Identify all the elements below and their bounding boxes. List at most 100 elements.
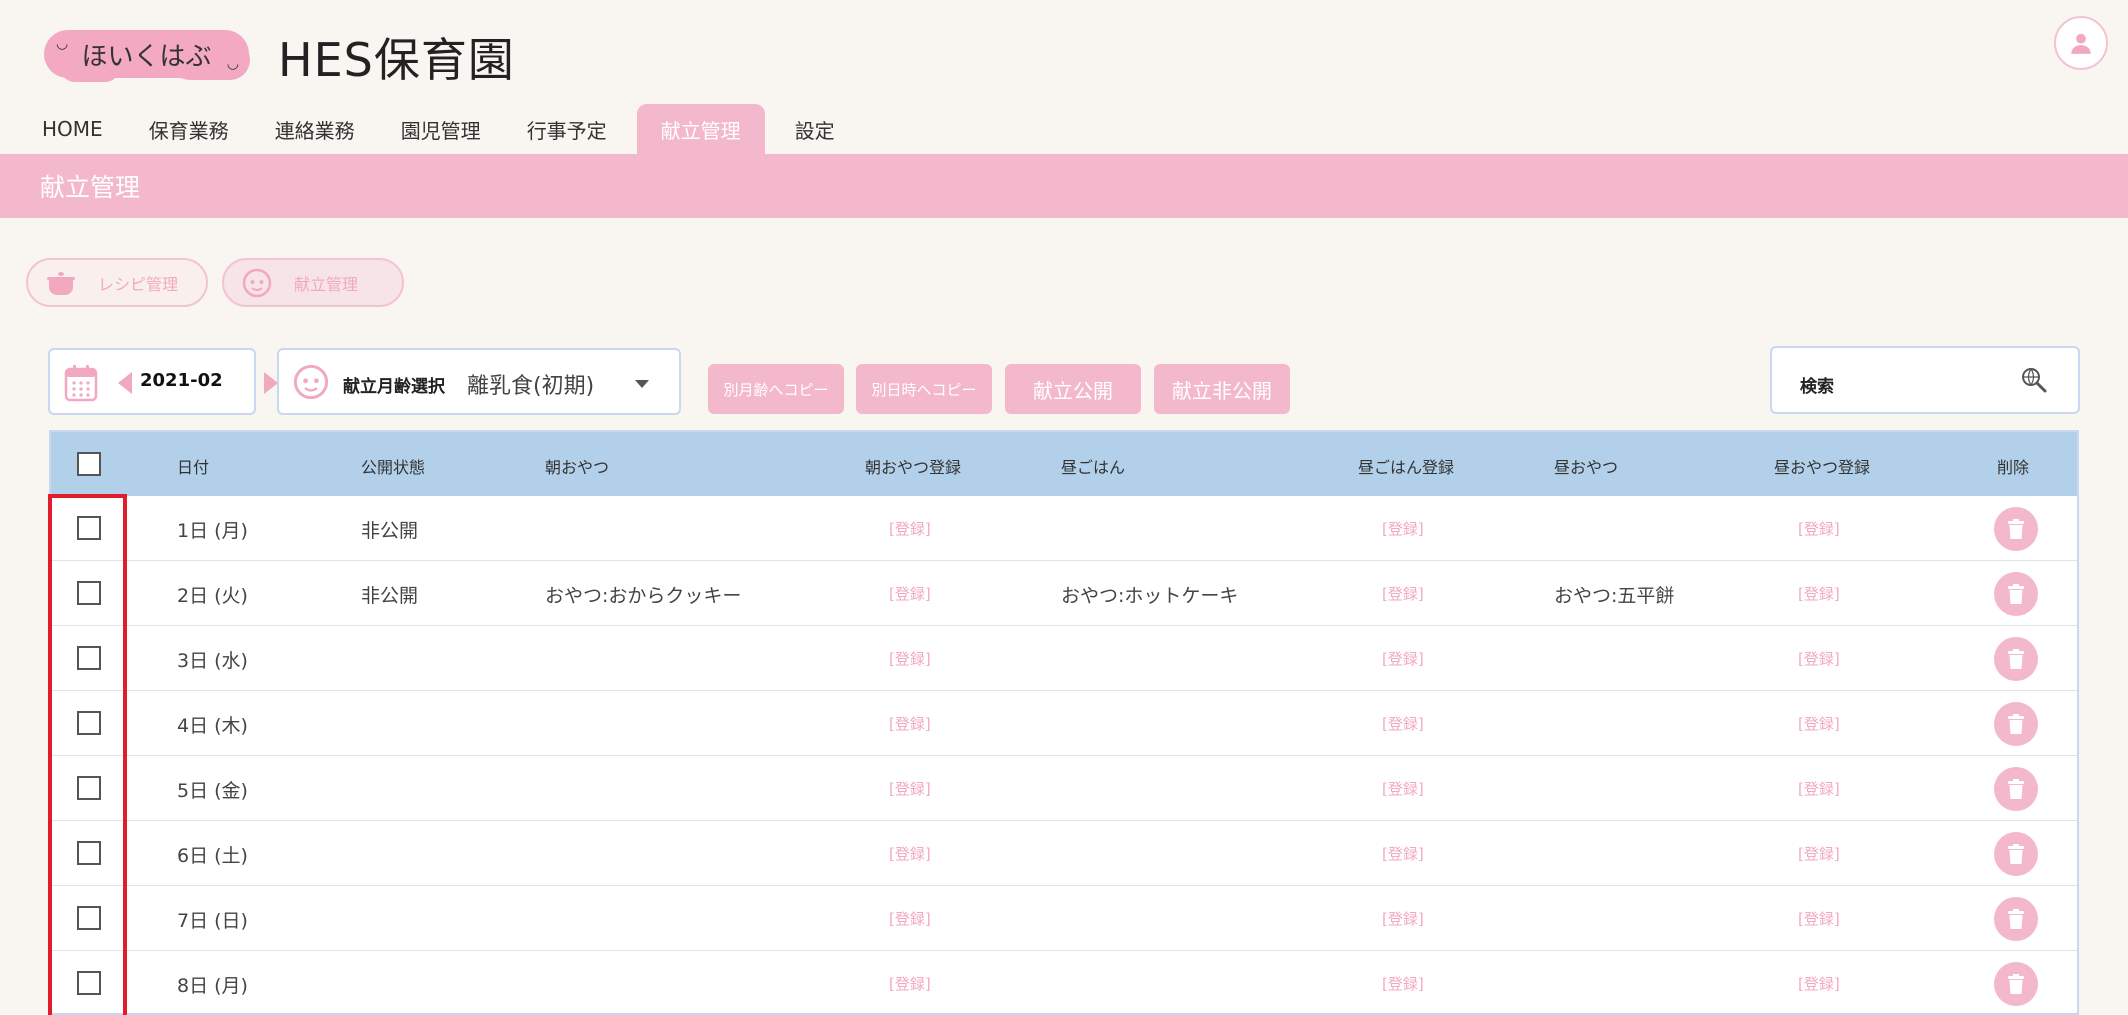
trash-icon: [2008, 714, 2024, 734]
row-lunch: おやつ:ホットケーキ: [1061, 585, 1239, 607]
delete-button[interactable]: [1994, 507, 2038, 551]
delete-button[interactable]: [1994, 702, 2038, 746]
row-checkbox[interactable]: [77, 646, 101, 670]
row-checkbox[interactable]: [77, 906, 101, 930]
row-date: 7日 (日): [177, 910, 248, 932]
prev-month-arrow-icon[interactable]: [118, 372, 132, 394]
delete-button[interactable]: [1994, 897, 2038, 941]
afternoon-snack-register-link[interactable]: [登録]: [1798, 778, 1840, 799]
morning-snack-register-link[interactable]: [登録]: [889, 843, 931, 864]
app-logo[interactable]: ◡ ほいくはぶ ◡: [44, 30, 249, 78]
lunch-register-link[interactable]: [登録]: [1382, 973, 1424, 994]
search-placeholder: 検索: [1800, 377, 1834, 397]
select-all-checkbox[interactable]: [77, 452, 101, 476]
menu-management-button[interactable]: 献立管理: [222, 258, 404, 307]
lunch-register-link[interactable]: [登録]: [1382, 583, 1424, 604]
delete-button[interactable]: [1994, 962, 2038, 1006]
menu-management-label: 献立管理: [294, 274, 359, 294]
publish-button[interactable]: 献立公開: [1005, 364, 1141, 414]
lunch-register-link[interactable]: [登録]: [1382, 648, 1424, 669]
col-afternoon-snack: 昼おやつ: [1554, 458, 1619, 477]
tab-events[interactable]: 行事予定: [511, 104, 623, 154]
row-date: 4日 (木): [177, 715, 248, 737]
afternoon-snack-register-link[interactable]: [登録]: [1798, 648, 1840, 669]
row-checkbox[interactable]: [77, 841, 101, 865]
delete-button[interactable]: [1994, 637, 2038, 681]
morning-snack-register-link[interactable]: [登録]: [889, 778, 931, 799]
row-checkbox[interactable]: [77, 971, 101, 995]
row-status: 非公開: [361, 585, 419, 607]
table-row: 7日 (日) [登録] [登録] [登録]: [51, 886, 2077, 951]
age-select-label: 献立月齢選択: [343, 377, 445, 397]
copy-to-date-button[interactable]: 別日時へコピー: [856, 364, 992, 414]
row-date: 3日 (水): [177, 650, 248, 672]
trash-icon: [2008, 974, 2024, 994]
morning-snack-register-link[interactable]: [登録]: [889, 908, 931, 929]
tab-contact[interactable]: 連絡業務: [259, 104, 371, 154]
row-checkbox[interactable]: [77, 516, 101, 540]
tab-home[interactable]: HOME: [26, 104, 119, 154]
afternoon-snack-register-link[interactable]: [登録]: [1798, 908, 1840, 929]
morning-snack-register-link[interactable]: [登録]: [889, 973, 931, 994]
app-header: ◡ ほいくはぶ ◡ HES保育園: [0, 0, 2128, 104]
face-icon: [293, 364, 329, 400]
col-date: 日付: [177, 458, 210, 477]
unpublish-button[interactable]: 献立非公開: [1154, 364, 1290, 414]
month-selector: 2021-02: [48, 348, 278, 415]
next-month-arrow-icon[interactable]: [264, 372, 278, 394]
page-title: 献立管理: [0, 154, 2128, 218]
afternoon-snack-register-link[interactable]: [登録]: [1798, 973, 1840, 994]
delete-button[interactable]: [1994, 572, 2038, 616]
afternoon-snack-register-link[interactable]: [登録]: [1798, 518, 1840, 539]
morning-snack-register-link[interactable]: [登録]: [889, 713, 931, 734]
calendar-icon: [64, 365, 98, 402]
menu-table: 日付 公開状態 朝おやつ 朝おやつ登録 昼ごはん 昼ごはん登録 昼おやつ 昼おや…: [49, 430, 2079, 1015]
main-nav: HOME 保育業務 連絡業務 園児管理 行事予定 献立管理 設定: [26, 104, 865, 154]
morning-snack-register-link[interactable]: [登録]: [889, 583, 931, 604]
morning-snack-register-link[interactable]: [登録]: [889, 518, 931, 539]
lunch-register-link[interactable]: [登録]: [1382, 908, 1424, 929]
row-checkbox[interactable]: [77, 711, 101, 735]
col-morning-snack-reg: 朝おやつ登録: [865, 458, 962, 477]
lunch-register-link[interactable]: [登録]: [1382, 518, 1424, 539]
col-delete: 削除: [1997, 458, 2030, 477]
search-icon[interactable]: [2020, 366, 2048, 394]
row-date: 6日 (土): [177, 845, 248, 867]
recipe-management-button[interactable]: レシピ管理: [26, 258, 208, 307]
chevron-down-icon: [635, 380, 649, 388]
afternoon-snack-register-link[interactable]: [登録]: [1798, 583, 1840, 604]
table-row: 8日 (月) [登録] [登録] [登録]: [51, 951, 2077, 1013]
row-afternoon-snack: おやつ:五平餅: [1554, 585, 1675, 607]
afternoon-snack-register-link[interactable]: [登録]: [1798, 843, 1840, 864]
table-row: 4日 (木) [登録] [登録] [登録]: [51, 691, 2077, 756]
table-row: 6日 (土) [登録] [登録] [登録]: [51, 821, 2077, 886]
trash-icon: [2008, 584, 2024, 604]
afternoon-snack-register-link[interactable]: [登録]: [1798, 713, 1840, 734]
delete-button[interactable]: [1994, 767, 2038, 811]
tab-children[interactable]: 園児管理: [385, 104, 497, 154]
row-checkbox[interactable]: [77, 776, 101, 800]
trash-icon: [2008, 649, 2024, 669]
age-select[interactable]: 献立月齢選択 離乳食(初期): [277, 348, 681, 415]
lunch-register-link[interactable]: [登録]: [1382, 713, 1424, 734]
tab-childcare[interactable]: 保育業務: [133, 104, 245, 154]
user-icon: [2071, 33, 2091, 54]
tab-menu[interactable]: 献立管理: [636, 104, 765, 154]
age-select-value: 離乳食(初期): [467, 374, 595, 399]
tab-settings[interactable]: 設定: [779, 104, 851, 154]
search-input[interactable]: 検索: [1770, 346, 2080, 414]
lunch-register-link[interactable]: [登録]: [1382, 843, 1424, 864]
col-lunch-reg: 昼ごはん登録: [1358, 458, 1455, 477]
lunch-register-link[interactable]: [登録]: [1382, 778, 1424, 799]
trash-icon: [2008, 519, 2024, 539]
delete-button[interactable]: [1994, 832, 2038, 876]
logo-text: ほいくはぶ: [81, 41, 212, 72]
user-menu-button[interactable]: [2054, 16, 2108, 70]
trash-icon: [2008, 779, 2024, 799]
recipe-management-label: レシピ管理: [98, 274, 179, 294]
table-row: 1日 (月) 非公開 [登録] [登録] [登録]: [51, 496, 2077, 561]
copy-to-age-button[interactable]: 別月齢へコピー: [708, 364, 844, 414]
morning-snack-register-link[interactable]: [登録]: [889, 648, 931, 669]
row-checkbox[interactable]: [77, 581, 101, 605]
table-row: 3日 (水) [登録] [登録] [登録]: [51, 626, 2077, 691]
